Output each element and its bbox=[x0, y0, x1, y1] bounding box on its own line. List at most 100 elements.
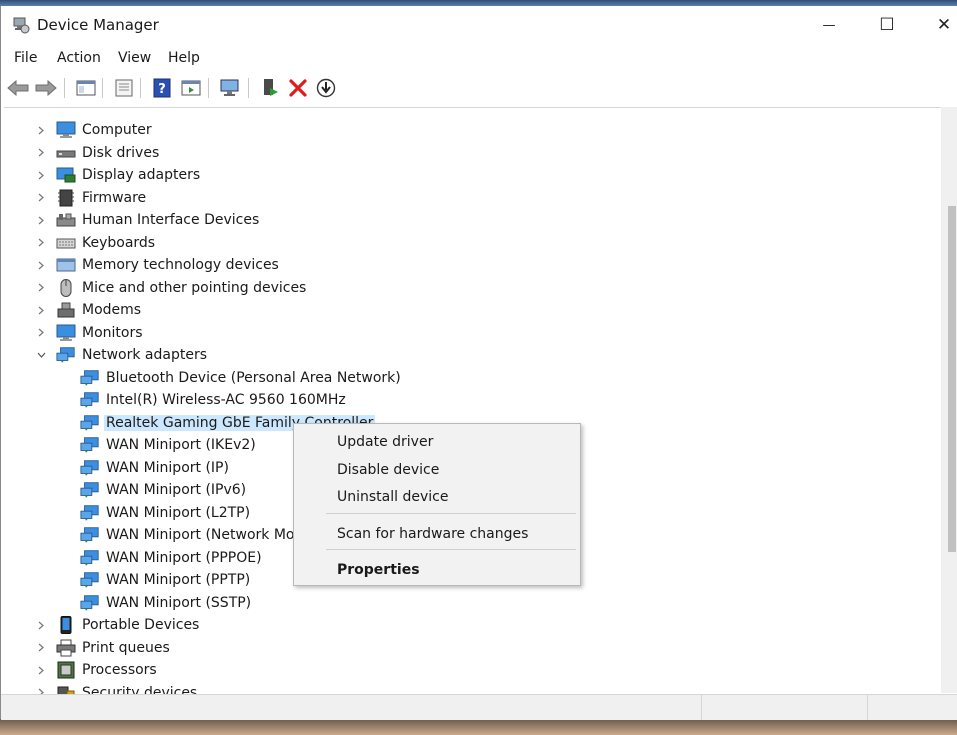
toolbar: ? bbox=[1, 74, 957, 102]
network-icon bbox=[56, 346, 76, 364]
context-update-driver[interactable]: Update driver bbox=[337, 434, 433, 450]
tree-category-network-adapters[interactable]: Network adapters bbox=[34, 344, 207, 366]
context-uninstall-device[interactable]: Uninstall device bbox=[337, 489, 448, 505]
chevron-right-icon[interactable] bbox=[34, 614, 48, 636]
chevron-right-icon[interactable] bbox=[34, 164, 48, 186]
menu-bar: File Action View Help bbox=[1, 46, 957, 72]
back-button[interactable] bbox=[6, 76, 30, 100]
minimize-button[interactable]: — bbox=[800, 6, 858, 44]
chevron-right-icon[interactable] bbox=[34, 682, 48, 694]
properties-button[interactable] bbox=[112, 76, 136, 100]
chevron-right-icon[interactable] bbox=[34, 254, 48, 276]
properties-icon bbox=[115, 79, 133, 97]
tree-category[interactable]: Firmware bbox=[34, 187, 146, 209]
menu-view[interactable]: View bbox=[118, 50, 151, 66]
tree-category[interactable]: Print queues bbox=[34, 637, 170, 659]
chevron-right-icon[interactable] bbox=[34, 322, 48, 344]
context-scan-hardware[interactable]: Scan for hardware changes bbox=[337, 526, 528, 542]
tree-item-label: Intel(R) Wireless-AC 9560 160MHz bbox=[106, 392, 346, 408]
context-properties[interactable]: Properties bbox=[337, 562, 420, 578]
uninstall-icon bbox=[289, 79, 307, 97]
tree-category[interactable]: Mice and other pointing devices bbox=[34, 277, 306, 299]
context-disable-device[interactable]: Disable device bbox=[337, 462, 439, 478]
tree-item-label: Mice and other pointing devices bbox=[82, 279, 307, 296]
tree-item[interactable]: Bluetooth Device (Personal Area Network) bbox=[80, 367, 401, 389]
status-cell bbox=[867, 695, 957, 720]
help-button[interactable]: ? bbox=[150, 76, 174, 100]
menu-file[interactable]: File bbox=[14, 50, 37, 66]
tree-category[interactable]: Memory technology devices bbox=[34, 254, 279, 276]
action-pane-icon bbox=[181, 80, 201, 96]
scrollbar-thumb[interactable] bbox=[948, 206, 956, 552]
chevron-right-icon[interactable] bbox=[34, 209, 48, 231]
close-button[interactable]: ✕ bbox=[915, 6, 957, 44]
uninstall-button[interactable] bbox=[286, 76, 310, 100]
tree-category[interactable]: Human Interface Devices bbox=[34, 209, 259, 231]
menu-help[interactable]: Help bbox=[168, 50, 200, 66]
tree-item-label: Keyboards bbox=[82, 234, 156, 251]
tree-item[interactable]: WAN Miniport (Network Mor bbox=[80, 524, 300, 546]
help-icon: ? bbox=[153, 78, 171, 98]
chevron-right-icon[interactable] bbox=[34, 187, 48, 209]
maximize-icon: ☐ bbox=[879, 15, 895, 35]
tree-category[interactable]: Processors bbox=[34, 659, 157, 681]
chevron-right-icon[interactable] bbox=[34, 637, 48, 659]
tree-item-label: Security devices bbox=[82, 684, 198, 695]
tree-item-label: Modems bbox=[82, 302, 142, 318]
update-driver-button[interactable] bbox=[258, 76, 282, 100]
tree-item[interactable]: WAN Miniport (PPTP) bbox=[80, 569, 250, 591]
tree-item-label: WAN Miniport (SSTP) bbox=[106, 594, 252, 611]
chevron-right-icon[interactable] bbox=[34, 232, 48, 254]
tree-category[interactable]: Display adapters bbox=[34, 164, 200, 186]
maximize-button[interactable]: ☐ bbox=[858, 6, 916, 44]
network-icon bbox=[80, 414, 100, 432]
tree-item[interactable]: WAN Miniport (PPPOE) bbox=[80, 547, 262, 569]
chevron-right-icon[interactable] bbox=[34, 299, 48, 321]
chevron-right-icon[interactable] bbox=[34, 277, 48, 299]
tree-category[interactable]: Keyboards bbox=[34, 232, 155, 254]
chevron-down-icon[interactable] bbox=[34, 344, 48, 366]
action-pane-button[interactable] bbox=[179, 76, 203, 100]
tree-item[interactable]: WAN Miniport (L2TP) bbox=[80, 502, 250, 524]
chevron-right-icon[interactable] bbox=[34, 659, 48, 681]
tree-category[interactable]: Computer bbox=[34, 119, 152, 141]
tree-item-label: Computer bbox=[82, 122, 152, 138]
chevron-right-icon[interactable] bbox=[34, 119, 48, 141]
title-bar[interactable]: Device Manager — ☐ ✕ bbox=[1, 6, 957, 44]
tree-item[interactable]: Intel(R) Wireless-AC 9560 160MHz bbox=[80, 389, 346, 411]
status-cell bbox=[701, 695, 868, 720]
tree-item-label: Firmware bbox=[82, 189, 147, 206]
scan-hardware-button[interactable] bbox=[218, 76, 242, 100]
tree-category[interactable]: Monitors bbox=[34, 322, 143, 344]
tree-category[interactable]: Portable Devices bbox=[34, 614, 199, 636]
hid-icon bbox=[56, 211, 76, 229]
network-icon bbox=[80, 594, 100, 612]
tree-item-label: Monitors bbox=[82, 324, 143, 341]
tree-item-label: WAN Miniport (Network Mor bbox=[106, 527, 301, 543]
forward-button[interactable] bbox=[34, 76, 58, 100]
network-icon bbox=[80, 481, 100, 499]
context-menu: Update driver Disable device Uninstall d… bbox=[293, 423, 581, 586]
chevron-right-icon[interactable] bbox=[34, 142, 48, 164]
tree-category[interactable]: Security devices bbox=[34, 682, 198, 695]
tree-item-label: Human Interface Devices bbox=[82, 212, 260, 228]
computer-icon bbox=[56, 121, 76, 139]
tree-category[interactable]: Modems bbox=[34, 299, 141, 321]
network-icon bbox=[80, 391, 100, 409]
network-icon bbox=[80, 369, 100, 387]
show-hide-console-tree-button[interactable] bbox=[74, 76, 98, 100]
tree-item-label: WAN Miniport (IP) bbox=[106, 459, 229, 476]
tree-item[interactable]: WAN Miniport (IPv6) bbox=[80, 479, 246, 501]
device-manager-app-icon bbox=[12, 16, 30, 34]
disable-device-button[interactable] bbox=[314, 76, 338, 100]
tree-item[interactable]: WAN Miniport (IP) bbox=[80, 457, 229, 479]
tree-item[interactable]: WAN Miniport (IKEv2) bbox=[80, 434, 256, 456]
tree-category[interactable]: Disk drives bbox=[34, 142, 159, 164]
tree-item-label: WAN Miniport (IPv6) bbox=[106, 482, 247, 498]
disk-drive-icon bbox=[56, 144, 76, 162]
printer-icon bbox=[56, 639, 76, 657]
tree-item[interactable]: WAN Miniport (SSTP) bbox=[80, 592, 251, 614]
tree-item-label: Display adapters bbox=[82, 167, 201, 183]
tree-item-label: Portable Devices bbox=[82, 617, 200, 633]
menu-action[interactable]: Action bbox=[57, 50, 101, 66]
